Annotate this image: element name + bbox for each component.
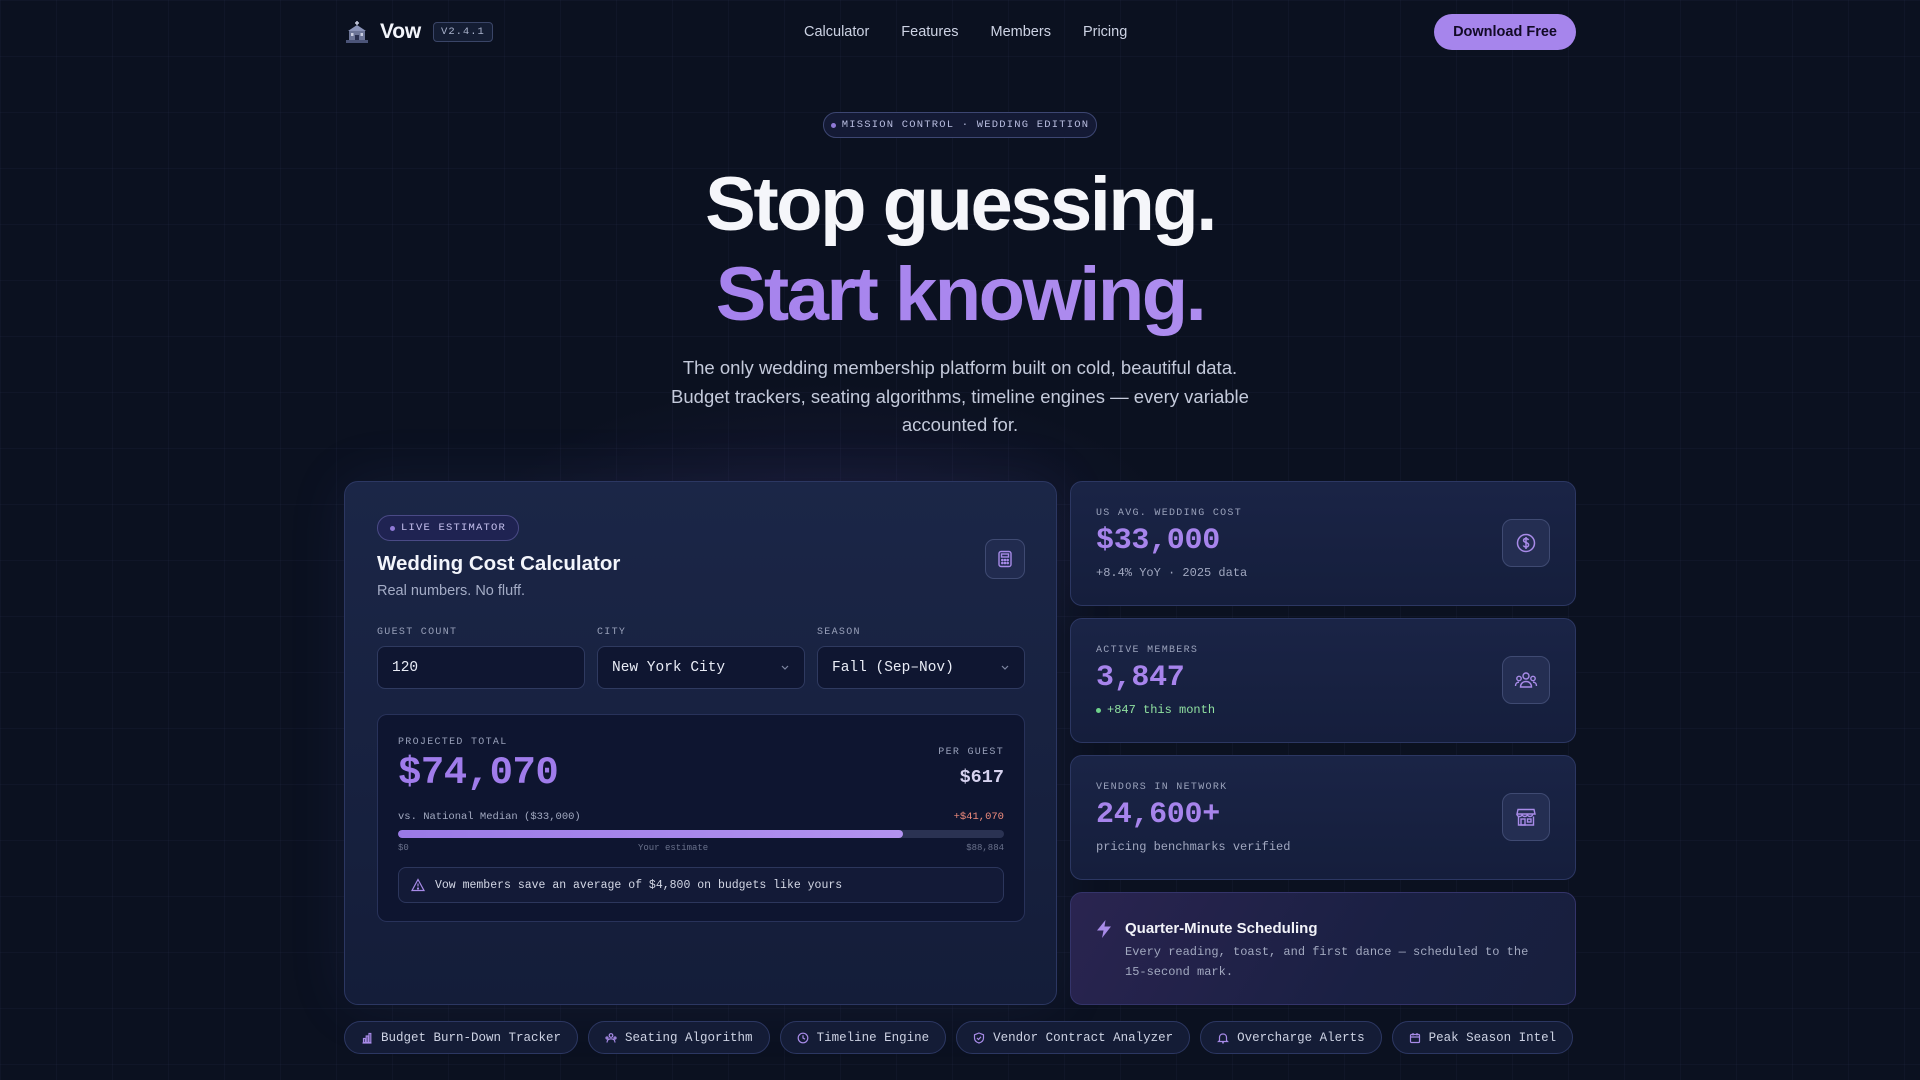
dollar-icon	[1502, 519, 1550, 567]
mission-badge: MISSION CONTROL · WEDDING EDITION	[823, 112, 1097, 138]
scale-max-label: $88,884	[966, 843, 1004, 853]
nav-link-members[interactable]: Members	[991, 24, 1051, 40]
top-nav: Vow V2.4.1 Calculator Features Members P…	[344, 14, 1576, 50]
projected-total-label: PROJECTED TOTAL	[398, 737, 508, 748]
season-chevron-down-icon	[1001, 665, 1009, 670]
chip-seating-algorithm[interactable]: Seating Algorithm	[588, 1021, 770, 1054]
chip-peak-season-intel[interactable]: Peak Season Intel	[1391, 1021, 1574, 1054]
hero-headline-accent: Start knowing.	[0, 250, 1920, 340]
city-select[interactable]: New York City	[597, 646, 805, 689]
median-comparison: vs. National Median ($33,000)	[398, 811, 581, 823]
version-badge: V2.4.1	[433, 22, 493, 42]
bar-chart-icon	[362, 1032, 372, 1044]
savings-note: Vow members save an average of $4,800 on…	[398, 867, 1004, 903]
chip-label: Overcharge Alerts	[1237, 1030, 1365, 1045]
stat-label: ACTIVE MEMBERS	[1096, 645, 1199, 656]
stat-value: 3,847	[1096, 661, 1185, 695]
feature-title: Quarter-Minute Scheduling	[1125, 920, 1318, 937]
nav-link-features[interactable]: Features	[901, 24, 958, 40]
live-dot-icon	[390, 525, 395, 531]
season-select[interactable]: Fall (Sep–Nov)	[817, 646, 1025, 689]
chip-label: Peak Season Intel	[1428, 1030, 1557, 1045]
nav-link-pricing[interactable]: Pricing	[1083, 24, 1127, 40]
stat-sub-text: +847 this month	[1107, 703, 1216, 717]
scale-mid-label: Your estimate	[638, 843, 709, 853]
badge-dot-icon	[830, 122, 836, 128]
storefront-icon	[1502, 793, 1550, 841]
stat-card-vendors: VENDORS IN NETWORK 24,600+ pricing bench…	[1070, 755, 1576, 880]
hero-headline: Stop guessing.	[705, 162, 1217, 247]
chip-label: Budget Burn-Down Tracker	[381, 1030, 562, 1045]
chip-vendor-analyzer[interactable]: Vendor Contract Analyzer	[956, 1021, 1191, 1054]
shield-icon	[973, 1031, 985, 1044]
bell-icon	[1217, 1032, 1230, 1043]
cost-calculator-card: LIVE ESTIMATOR Wedding Cost Calculator R…	[344, 481, 1057, 1005]
guest-count-value: 120	[392, 659, 419, 676]
estimate-progress-fill	[398, 830, 903, 838]
seating-icon	[605, 1032, 617, 1043]
projection-panel: PROJECTED TOTAL $74,070 PER GUEST $617 v…	[377, 714, 1025, 922]
chip-budget-tracker[interactable]: Budget Burn-Down Tracker	[344, 1021, 579, 1054]
users-icon	[1502, 656, 1550, 704]
stat-value: $33,000	[1096, 524, 1220, 558]
stat-label: US AVG. WEDDING COST	[1096, 508, 1243, 519]
chip-label: Timeline Engine	[816, 1030, 930, 1045]
per-guest-label: PER GUEST	[938, 747, 1004, 758]
calculator-title: Wedding Cost Calculator	[377, 552, 621, 575]
feature-chips: Budget Burn-Down Tracker Seating Algorit…	[344, 1021, 1574, 1054]
city-value: New York City	[612, 659, 726, 676]
stat-label: VENDORS IN NETWORK	[1096, 782, 1228, 793]
brand[interactable]: Vow V2.4.1	[344, 19, 493, 45]
nav-links: Calculator Features Members Pricing	[804, 24, 1127, 40]
calendar-icon	[1409, 1032, 1420, 1043]
stat-card-members: ACTIVE MEMBERS 3,847 +847 this month	[1070, 618, 1576, 743]
per-guest-value: $617	[959, 767, 1004, 788]
live-estimator-badge: LIVE ESTIMATOR	[377, 515, 520, 541]
quarter-minute-feature-card: Quarter-Minute Scheduling Every reading,…	[1070, 892, 1576, 1005]
guest-count-label: GUEST COUNT	[377, 627, 458, 638]
season-value: Fall (Sep–Nov)	[832, 659, 954, 676]
scale-min-label: $0	[398, 843, 409, 853]
savings-note-text: Vow members save an average of $4,800 on…	[435, 878, 843, 892]
lightning-icon	[1095, 919, 1113, 944]
mission-badge-label: MISSION CONTROL · WEDDING EDITION	[841, 119, 1090, 131]
chip-label: Vendor Contract Analyzer	[993, 1030, 1174, 1045]
stat-sub: pricing benchmarks verified	[1096, 840, 1291, 854]
chip-label: Seating Algorithm	[625, 1030, 753, 1045]
stat-sub: +847 this month	[1096, 703, 1215, 717]
season-label: SEASON	[817, 627, 861, 638]
nav-link-calculator[interactable]: Calculator	[804, 24, 869, 40]
estimate-progress-bar	[398, 830, 1004, 838]
guest-count-input[interactable]: 120	[377, 646, 585, 689]
live-estimator-label: LIVE ESTIMATOR	[401, 522, 507, 534]
calculator-subtitle: Real numbers. No fluff.	[377, 583, 526, 599]
brand-name: Vow	[380, 20, 422, 43]
median-delta: +$41,070	[953, 811, 1004, 823]
chip-overcharge-alerts[interactable]: Overcharge Alerts	[1200, 1021, 1382, 1054]
download-free-button[interactable]: Download Free	[1434, 14, 1576, 50]
stat-sub: +8.4% YoY · 2025 data	[1096, 566, 1248, 580]
clock-icon	[797, 1032, 808, 1043]
chip-timeline-engine[interactable]: Timeline Engine	[779, 1021, 947, 1054]
stat-value: 24,600+	[1096, 798, 1220, 832]
chapel-logo-icon	[344, 19, 370, 45]
warning-icon	[411, 878, 425, 892]
stat-card-avg-cost: US AVG. WEDDING COST $33,000 +8.4% YoY ·…	[1070, 481, 1576, 606]
feature-description: Every reading, toast, and first dance — …	[1125, 945, 1529, 979]
city-chevron-down-icon	[781, 665, 789, 670]
hero-subtitle: The only wedding membership platform bui…	[671, 357, 1249, 435]
projected-total-value: $74,070	[398, 751, 559, 795]
calculator-icon	[985, 539, 1025, 579]
city-label: CITY	[597, 627, 627, 638]
green-dot-icon	[1096, 707, 1101, 713]
